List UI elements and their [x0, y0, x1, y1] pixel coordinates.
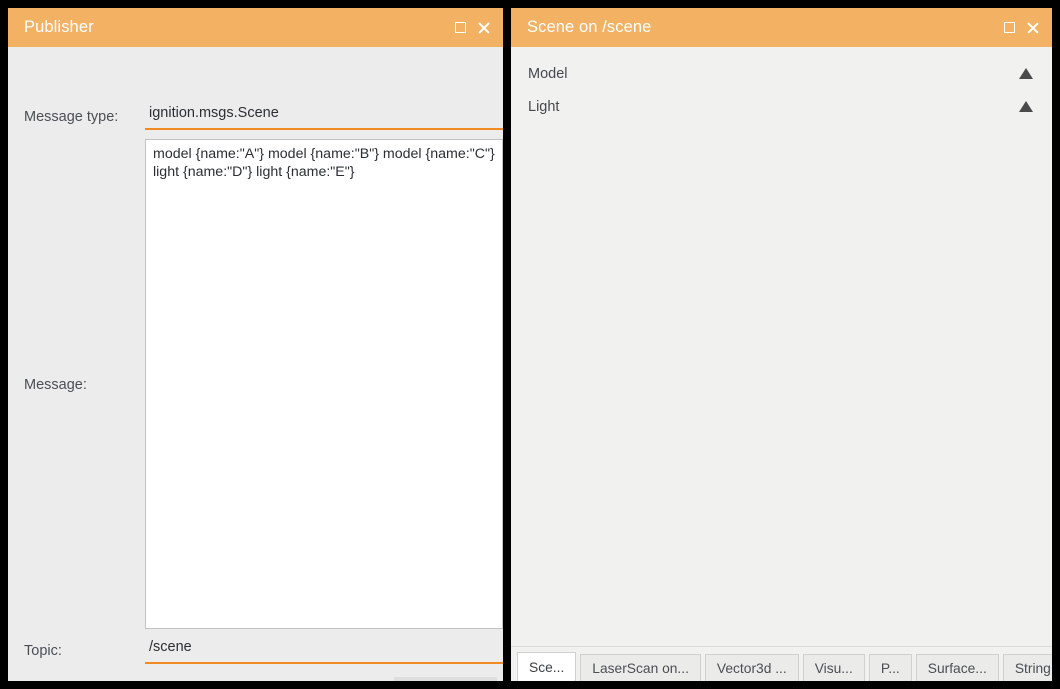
- scene-titlebar[interactable]: Scene on /scene: [511, 8, 1052, 47]
- app-window: Publisher Message type: Message: model {…: [0, 0, 1060, 689]
- float-icon[interactable]: [455, 22, 466, 33]
- publisher-title: Publisher: [24, 18, 455, 37]
- tab-laserscan[interactable]: LaserScan on...: [580, 654, 701, 681]
- scene-section-model[interactable]: Model: [511, 57, 1052, 90]
- tab-scene[interactable]: Sce...: [517, 652, 576, 681]
- scene-window-controls: [1004, 21, 1040, 35]
- scene-panel: Scene on /scene Model Light Sce... La: [511, 8, 1052, 681]
- scene-section-list: Model Light: [511, 47, 1052, 646]
- publish-button[interactable]: Publish: [394, 677, 497, 681]
- scene-body: Model Light Sce... LaserScan on... Vecto…: [511, 47, 1052, 681]
- message-type-input[interactable]: [145, 101, 503, 130]
- scene-title: Scene on /scene: [527, 18, 1004, 37]
- message-type-label: Message type:: [24, 109, 118, 125]
- scene-section-label: Light: [528, 99, 1019, 115]
- topic-input[interactable]: [145, 635, 503, 664]
- tab-string[interactable]: String...: [1003, 654, 1052, 681]
- close-icon[interactable]: [1026, 21, 1040, 35]
- plugin-tabbar: Sce... LaserScan on... Vector3d ... Visu…: [511, 646, 1052, 681]
- publisher-body: Message type: Message: model {name:"A"} …: [8, 47, 503, 681]
- float-icon[interactable]: [1004, 22, 1015, 33]
- scene-section-light[interactable]: Light: [511, 90, 1052, 123]
- caret-up-icon[interactable]: [1019, 101, 1033, 112]
- topic-label: Topic:: [24, 643, 62, 659]
- tab-visual[interactable]: Visu...: [803, 654, 865, 681]
- caret-up-icon[interactable]: [1019, 68, 1033, 79]
- scene-section-label: Model: [528, 66, 1019, 82]
- message-input[interactable]: model {name:"A"} model {name:"B"} model …: [145, 139, 503, 629]
- tab-vector3d[interactable]: Vector3d ...: [705, 654, 799, 681]
- message-label: Message:: [24, 377, 87, 393]
- close-icon[interactable]: [477, 21, 491, 35]
- tab-p[interactable]: P...: [869, 654, 912, 681]
- publisher-titlebar[interactable]: Publisher: [8, 8, 503, 47]
- tab-surface[interactable]: Surface...: [916, 654, 999, 681]
- publisher-window-controls: [455, 21, 491, 35]
- publisher-panel: Publisher Message type: Message: model {…: [8, 8, 503, 681]
